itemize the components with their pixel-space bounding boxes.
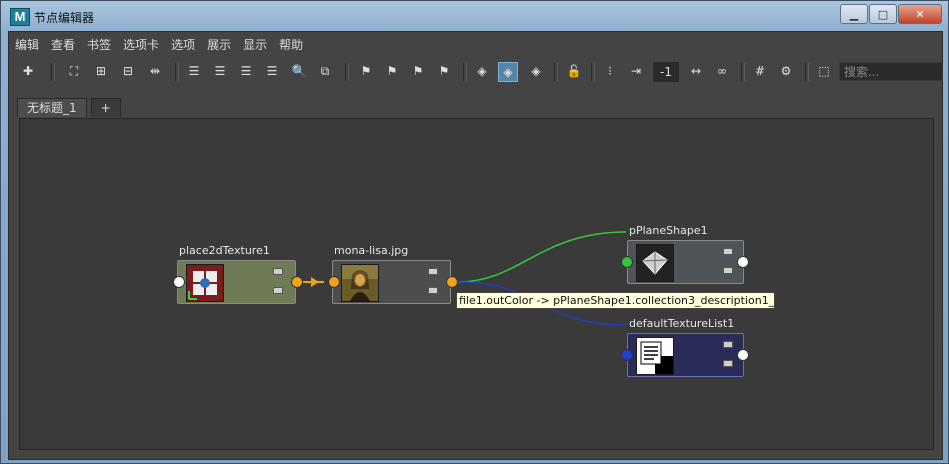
menu-display[interactable]: 显示: [237, 36, 273, 54]
node-pplaneshape[interactable]: [627, 240, 744, 284]
mona-output-port[interactable]: [446, 276, 458, 288]
attribute-icon[interactable]: ⚙: [777, 62, 795, 80]
place2d-icon: [187, 265, 223, 301]
texlist-thumbnail: [636, 337, 674, 375]
search-node-icon[interactable]: 🔍: [290, 62, 308, 80]
search-input[interactable]: 搜索...: [839, 62, 943, 81]
mona-attr-icons: [428, 268, 438, 306]
frame-all-icon[interactable]: ⛶: [65, 62, 83, 80]
menu-options[interactable]: 选项: [165, 36, 201, 54]
editor-client-area: 编辑 查看 书签 选项卡 选项 展示 显示 帮助 ✚ ⛶ ⊞ ⊟ ⇹ ☰ ☰ ☰…: [8, 31, 943, 460]
add-node-icon[interactable]: ✚: [19, 62, 37, 80]
plane-thumbnail: [636, 244, 674, 282]
layout-icon-1[interactable]: ☰: [185, 62, 203, 80]
close-button[interactable]: ✕: [898, 4, 942, 24]
texlist-output-port[interactable]: [737, 349, 749, 361]
toolbar-separator: [463, 63, 467, 81]
place2d-output-port[interactable]: [291, 276, 303, 288]
plane-output-port[interactable]: [737, 256, 749, 268]
plane-input-port[interactable]: [621, 256, 633, 268]
flag-icon-1[interactable]: ⚑: [357, 62, 375, 80]
place2d-thumbnail: [186, 264, 224, 302]
node-place2dtexture[interactable]: [177, 260, 296, 304]
flag-icon-4[interactable]: ⚑: [435, 62, 453, 80]
node-label-mona: mona-lisa.jpg: [334, 244, 409, 257]
place2d-attr-icons: [273, 268, 283, 306]
layout-icon-2[interactable]: ☰: [211, 62, 229, 80]
connections-layer: [303, 231, 627, 326]
toolbar-separator: [175, 63, 179, 81]
mona-lisa-thumbnail: [341, 264, 379, 302]
plane-shape-icon: [637, 245, 673, 281]
node-label-plane: pPlaneShape1: [629, 224, 708, 237]
node-label-texlist: defaultTextureList1: [629, 317, 735, 330]
depth-down-icon[interactable]: ↔: [687, 62, 705, 80]
arrows-icon[interactable]: ⇥: [627, 62, 645, 80]
menu-help[interactable]: 帮助: [273, 36, 309, 54]
graph-remove-icon[interactable]: ⊟: [119, 62, 137, 80]
menu-bookmarks[interactable]: 书签: [81, 36, 117, 54]
texlist-input-port[interactable]: [621, 349, 633, 361]
tab-bar: 无标题_1 +: [17, 98, 125, 117]
add-tab-button[interactable]: +: [90, 98, 121, 117]
toolbar-separator: [805, 63, 809, 81]
plane-attr-icons: [723, 248, 733, 286]
menu-tabs[interactable]: 选项卡: [117, 36, 165, 54]
node-defaulttexturelist[interactable]: [627, 333, 744, 377]
depth-value-field[interactable]: -1: [653, 62, 679, 82]
flag-icon-2[interactable]: ⚑: [383, 62, 401, 80]
node-label-place2d: place2dTexture1: [179, 244, 270, 257]
frame-selection-icon[interactable]: ⬚: [815, 62, 833, 80]
edge-arrow-icon: [311, 277, 319, 287]
toolbar-separator: [51, 63, 55, 81]
tab-untitled[interactable]: 无标题_1: [17, 98, 87, 117]
mona-input-port[interactable]: [328, 276, 340, 288]
minimize-button[interactable]: ▁: [840, 4, 868, 24]
pin-icon[interactable]: ⧉: [316, 62, 334, 80]
node-editor-window: M 节点编辑器 ▁ □ ✕ 编辑 查看 书签 选项卡 选项 展示 显示 帮助 ✚…: [0, 0, 949, 464]
toolbar-separator: [741, 63, 745, 81]
graph-clear-icon[interactable]: ⇹: [146, 62, 164, 80]
node-graph-canvas[interactable]: place2dTexture1 mona-lisa.jpg pPlaneShap…: [19, 118, 934, 450]
node-file-mona-lisa[interactable]: [332, 260, 451, 304]
menu-edit[interactable]: 编辑: [9, 36, 45, 54]
swatch-icon-2[interactable]: ◈: [527, 62, 545, 80]
toolbar: ✚ ⛶ ⊞ ⊟ ⇹ ☰ ☰ ☰ ☰ 🔍 ⧉ ⚑ ⚑ ⚑ ⚑ ◈ ◈ ◈ 🔓 ⁝: [17, 60, 943, 86]
grid-icon[interactable]: #: [751, 62, 769, 80]
window-title: 节点编辑器: [34, 11, 95, 25]
toolbar-separator: [591, 63, 595, 81]
connection-tooltip: file1.outColor -> pPlaneShape1.collectio…: [456, 292, 775, 309]
swatch-icon[interactable]: ◈: [473, 62, 491, 80]
texture-list-icon: [637, 338, 673, 374]
toolbar-separator: [554, 63, 558, 81]
layout-icon-3[interactable]: ☰: [237, 62, 255, 80]
swatch-active-icon[interactable]: ◈: [498, 62, 518, 82]
maximize-button[interactable]: □: [869, 4, 897, 24]
edge-file-to-plane: [457, 231, 627, 283]
menu-show[interactable]: 展示: [201, 36, 237, 54]
title-bar[interactable]: M 节点编辑器 ▁ □ ✕: [1, 1, 948, 31]
maya-app-icon: M: [10, 8, 30, 26]
graph-add-icon[interactable]: ⊞: [92, 62, 110, 80]
menu-view[interactable]: 查看: [45, 36, 81, 54]
flag-icon-3[interactable]: ⚑: [409, 62, 427, 80]
place2d-input-port[interactable]: [173, 276, 185, 288]
depth-up-icon[interactable]: ∞: [713, 62, 731, 80]
menu-bar: 编辑 查看 书签 选项卡 选项 展示 显示 帮助: [9, 36, 309, 54]
texlist-attr-icons: [723, 341, 733, 379]
toolbar-separator: [345, 63, 349, 81]
layout-icon-4[interactable]: ☰: [263, 62, 281, 80]
lock-icon[interactable]: 🔓: [565, 62, 583, 80]
dots-icon[interactable]: ⁝: [601, 62, 619, 80]
mona-lisa-image-icon: [342, 265, 378, 301]
